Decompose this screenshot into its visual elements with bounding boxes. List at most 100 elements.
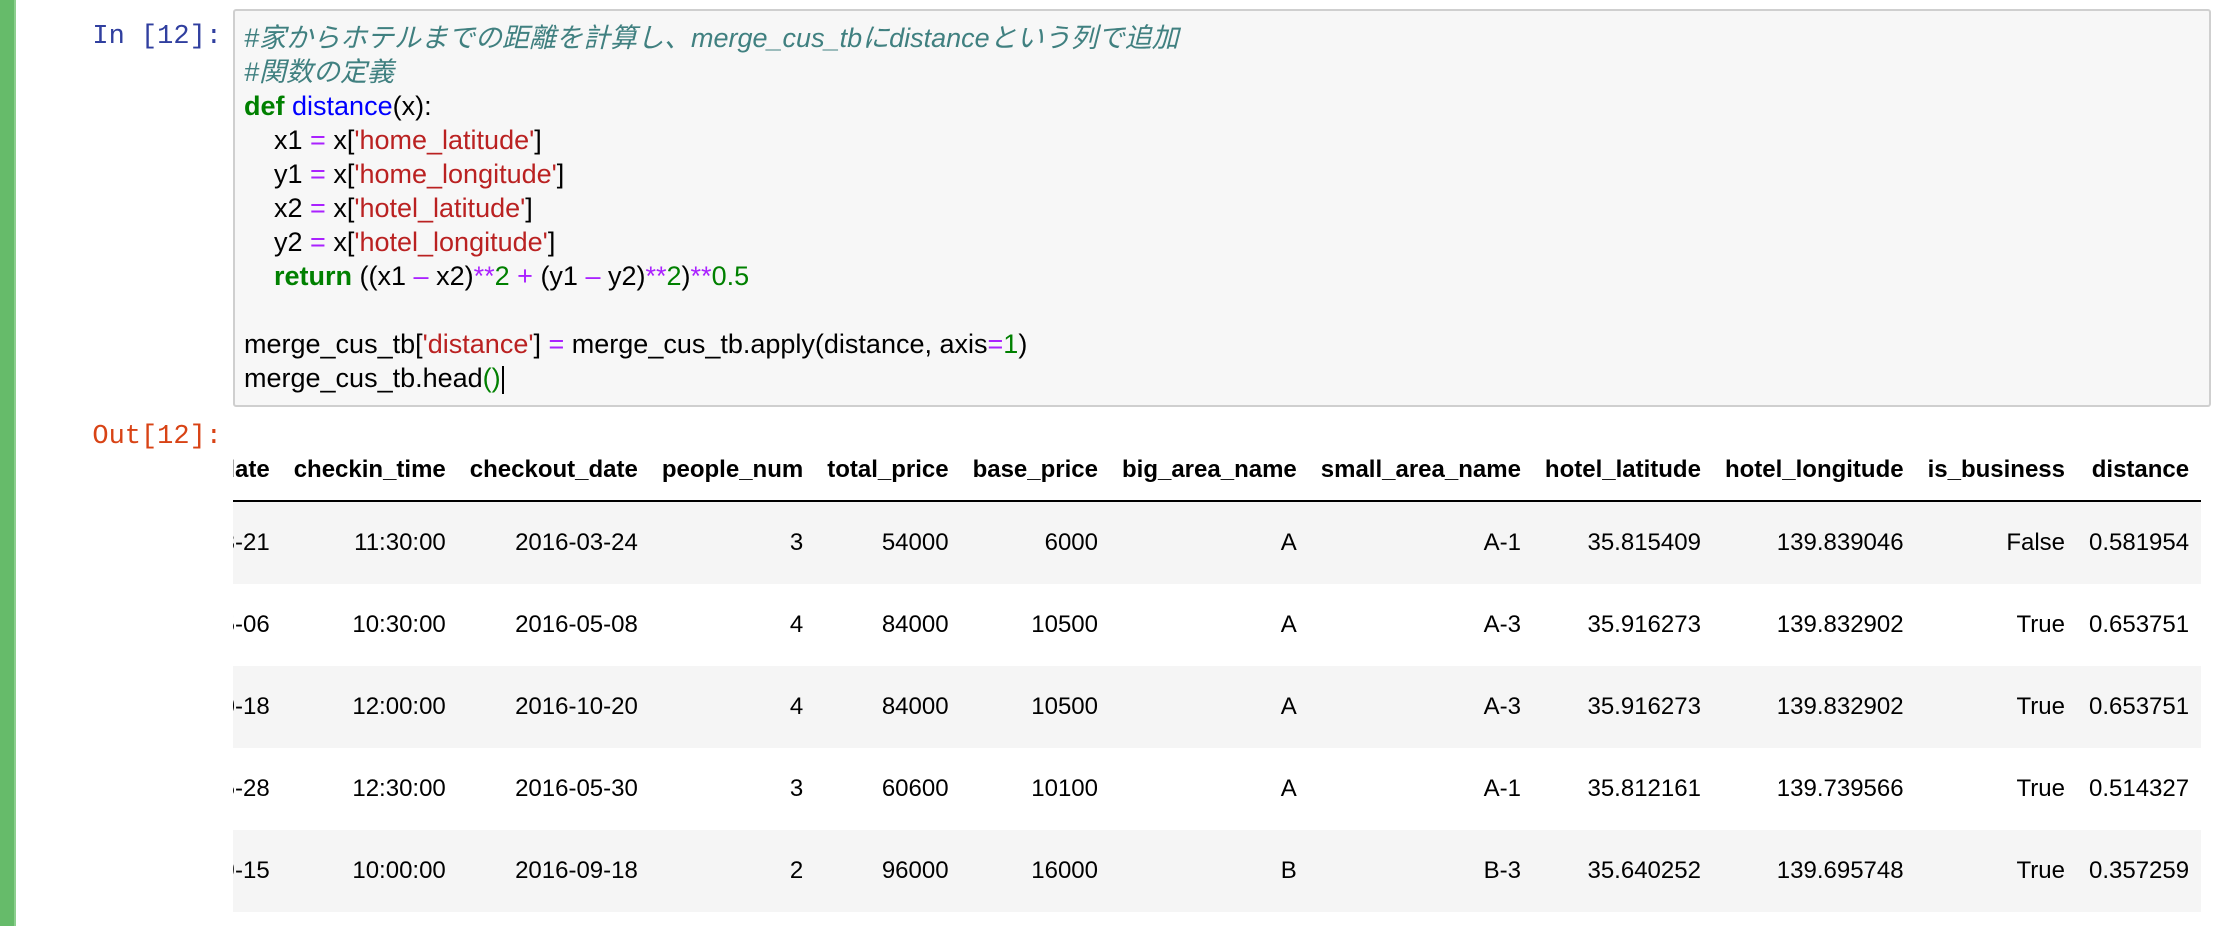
table-cell: True <box>1915 666 2077 748</box>
code-token: y2) <box>600 261 646 291</box>
code-token: def <box>244 91 285 121</box>
table-cell: 35.916273 <box>1587 611 1701 638</box>
code-line[interactable]: merge_cus_tb.head() <box>244 361 2209 395</box>
code-token: (y1 <box>532 261 586 291</box>
table-cell: 84000 <box>815 666 961 748</box>
table-cell: B <box>1110 830 1309 912</box>
output-prompt: Out[12]: <box>92 422 222 452</box>
table-cell: True <box>1915 830 2077 912</box>
table-cell: 139.695748 <box>1712 830 1916 912</box>
code-line[interactable]: return ((x1 – x2)**2 + (y1 – y2)**2)**0.… <box>244 259 2209 293</box>
code-line[interactable]: y1 = x['home_longitude'] <box>244 157 2209 191</box>
table-cell: 0.357259 <box>2077 830 2202 912</box>
table-cell: 10:00:00 <box>281 830 458 912</box>
code-token: = <box>310 227 326 257</box>
code-token: y1 <box>244 159 311 189</box>
column-header-checkout-date: checkout_date <box>457 440 650 502</box>
table-cell: B-3 <box>1308 830 1533 912</box>
code-token: ] <box>547 227 556 257</box>
table-cell: 10-18 <box>233 666 282 748</box>
code-token: ] <box>525 193 533 223</box>
column-header-small-area-name: small_area_name <box>1308 440 1533 502</box>
code-token: 'home_latitude' <box>354 125 535 155</box>
code-token: ] <box>533 329 549 359</box>
code-line[interactable]: x1 = x['home_latitude'] <box>244 123 2209 157</box>
table-cell: 139.739566 <box>1776 775 1904 802</box>
code-token: 'distance' <box>422 329 534 359</box>
table-cell: True <box>2016 775 2065 802</box>
code-line[interactable] <box>244 293 2209 327</box>
column-header-is-business: is_business <box>1915 440 2077 502</box>
table-cell: A-1 <box>1483 775 1521 802</box>
code-token: ] <box>556 159 565 189</box>
table-cell: 35.812161 <box>1587 775 1701 802</box>
code-token: 'hotel_latitude' <box>354 193 526 223</box>
table-cell: 10500 <box>1031 611 1098 638</box>
code-token: merge_cus_tb.head <box>244 363 483 393</box>
column-header-checkin-time: checkin_time <box>281 440 458 502</box>
code-token: () <box>482 363 501 393</box>
table-row: 05-06 10:30:00 2016-05-08 4 84000 10500 A A-3 35… <box>233 584 2201 666</box>
code-token: = <box>548 329 565 359</box>
table-cell: A <box>1280 611 1297 638</box>
table-cell: A-1 <box>1308 501 1533 584</box>
code-token: x[ <box>325 125 355 155</box>
code-token: 0.5 <box>711 261 750 291</box>
code-line[interactable]: y2 = x['hotel_longitude'] <box>244 225 2209 259</box>
column-header-checkin-date: _date <box>233 440 282 502</box>
table-cell: 09-15 <box>233 830 282 912</box>
table-cell: 16000 <box>960 830 1110 912</box>
table-cell: 2016-05-08 <box>515 611 638 638</box>
code-token: 'home_longitude' <box>354 159 557 189</box>
code-editor[interactable]: #家からホテルまでの距離を計算し、merge_cus_tbにdistanceとい… <box>233 9 2211 407</box>
code-token: x1 <box>244 125 311 155</box>
code-token: merge_cus_tb[ <box>244 329 423 359</box>
code-token: ) <box>681 261 691 291</box>
code-token: = <box>310 193 326 223</box>
column-header-big-area-name: big_area_name <box>1110 440 1309 502</box>
table-cell: 139.832902 <box>1776 611 1904 638</box>
table-cell: 3 <box>649 501 816 584</box>
text-cursor <box>501 365 504 394</box>
table-cell: True <box>2016 611 2065 638</box>
code-token: (x): <box>392 91 432 121</box>
table-row: 05-28 12:30:00 2016-05-30 3 60600 10100 A A-1 35… <box>233 748 2201 830</box>
output-area: _datecheckin_timecheckout_datepeople_num… <box>233 440 2213 926</box>
code-token: return <box>274 261 353 291</box>
table-cell: 35.640252 <box>1532 830 1713 912</box>
code-token: ** <box>645 261 667 291</box>
table-cell: 2016-09-18 <box>457 830 650 912</box>
code-line[interactable]: #家からホテルまでの距離を計算し、merge_cus_tbにdistanceとい… <box>244 21 2209 55</box>
code-token: x2) <box>428 261 474 291</box>
code-token: x2 <box>244 193 311 223</box>
table-cell: 54000 <box>815 501 961 584</box>
table-cell: 12:00:00 <box>281 666 458 748</box>
code-token: ((x1 <box>352 261 414 291</box>
table-cell: A <box>1280 775 1297 802</box>
table-cell: 84000 <box>881 611 949 638</box>
table-cell: 139.832902 <box>1712 666 1916 748</box>
code-line[interactable]: x2 = x['hotel_latitude'] <box>244 191 2209 225</box>
code-token: ) <box>1018 329 1028 359</box>
code-line[interactable]: merge_cus_tb['distance'] = merge_cus_tb.… <box>244 327 2209 361</box>
code-token: merge_cus_tb.apply(distance, axis <box>564 329 988 359</box>
code-line[interactable]: #関数の定義 <box>244 55 2209 89</box>
code-token: 1 <box>1003 329 1019 359</box>
table-cell: 2 <box>649 830 816 912</box>
table-body: 03-2111:30:002016-03-243540006000AA-135.… <box>233 501 2202 912</box>
table-cell: A <box>1110 666 1309 748</box>
table-cell: False <box>1915 501 2077 584</box>
code-line[interactable]: def distance(x): <box>244 89 2209 123</box>
table-cell: 139.839046 <box>1712 501 1916 584</box>
table-cell: 4 <box>789 611 804 638</box>
table-cell: A <box>1110 501 1309 584</box>
table-cell: 05-28 <box>233 775 270 802</box>
table-cell: 0.653751 <box>2077 666 2202 748</box>
code-token: #家からホテルまでの距離を計算し、merge_cus_tbにdistanceとい… <box>244 23 1179 53</box>
table-cell: 2016-03-24 <box>457 501 650 584</box>
code-token: = <box>310 159 326 189</box>
table-row: 03-2111:30:002016-03-243540006000AA-135.… <box>233 501 2202 584</box>
column-header-base-price: base_price <box>960 440 1110 502</box>
code-token: ] <box>534 125 542 155</box>
